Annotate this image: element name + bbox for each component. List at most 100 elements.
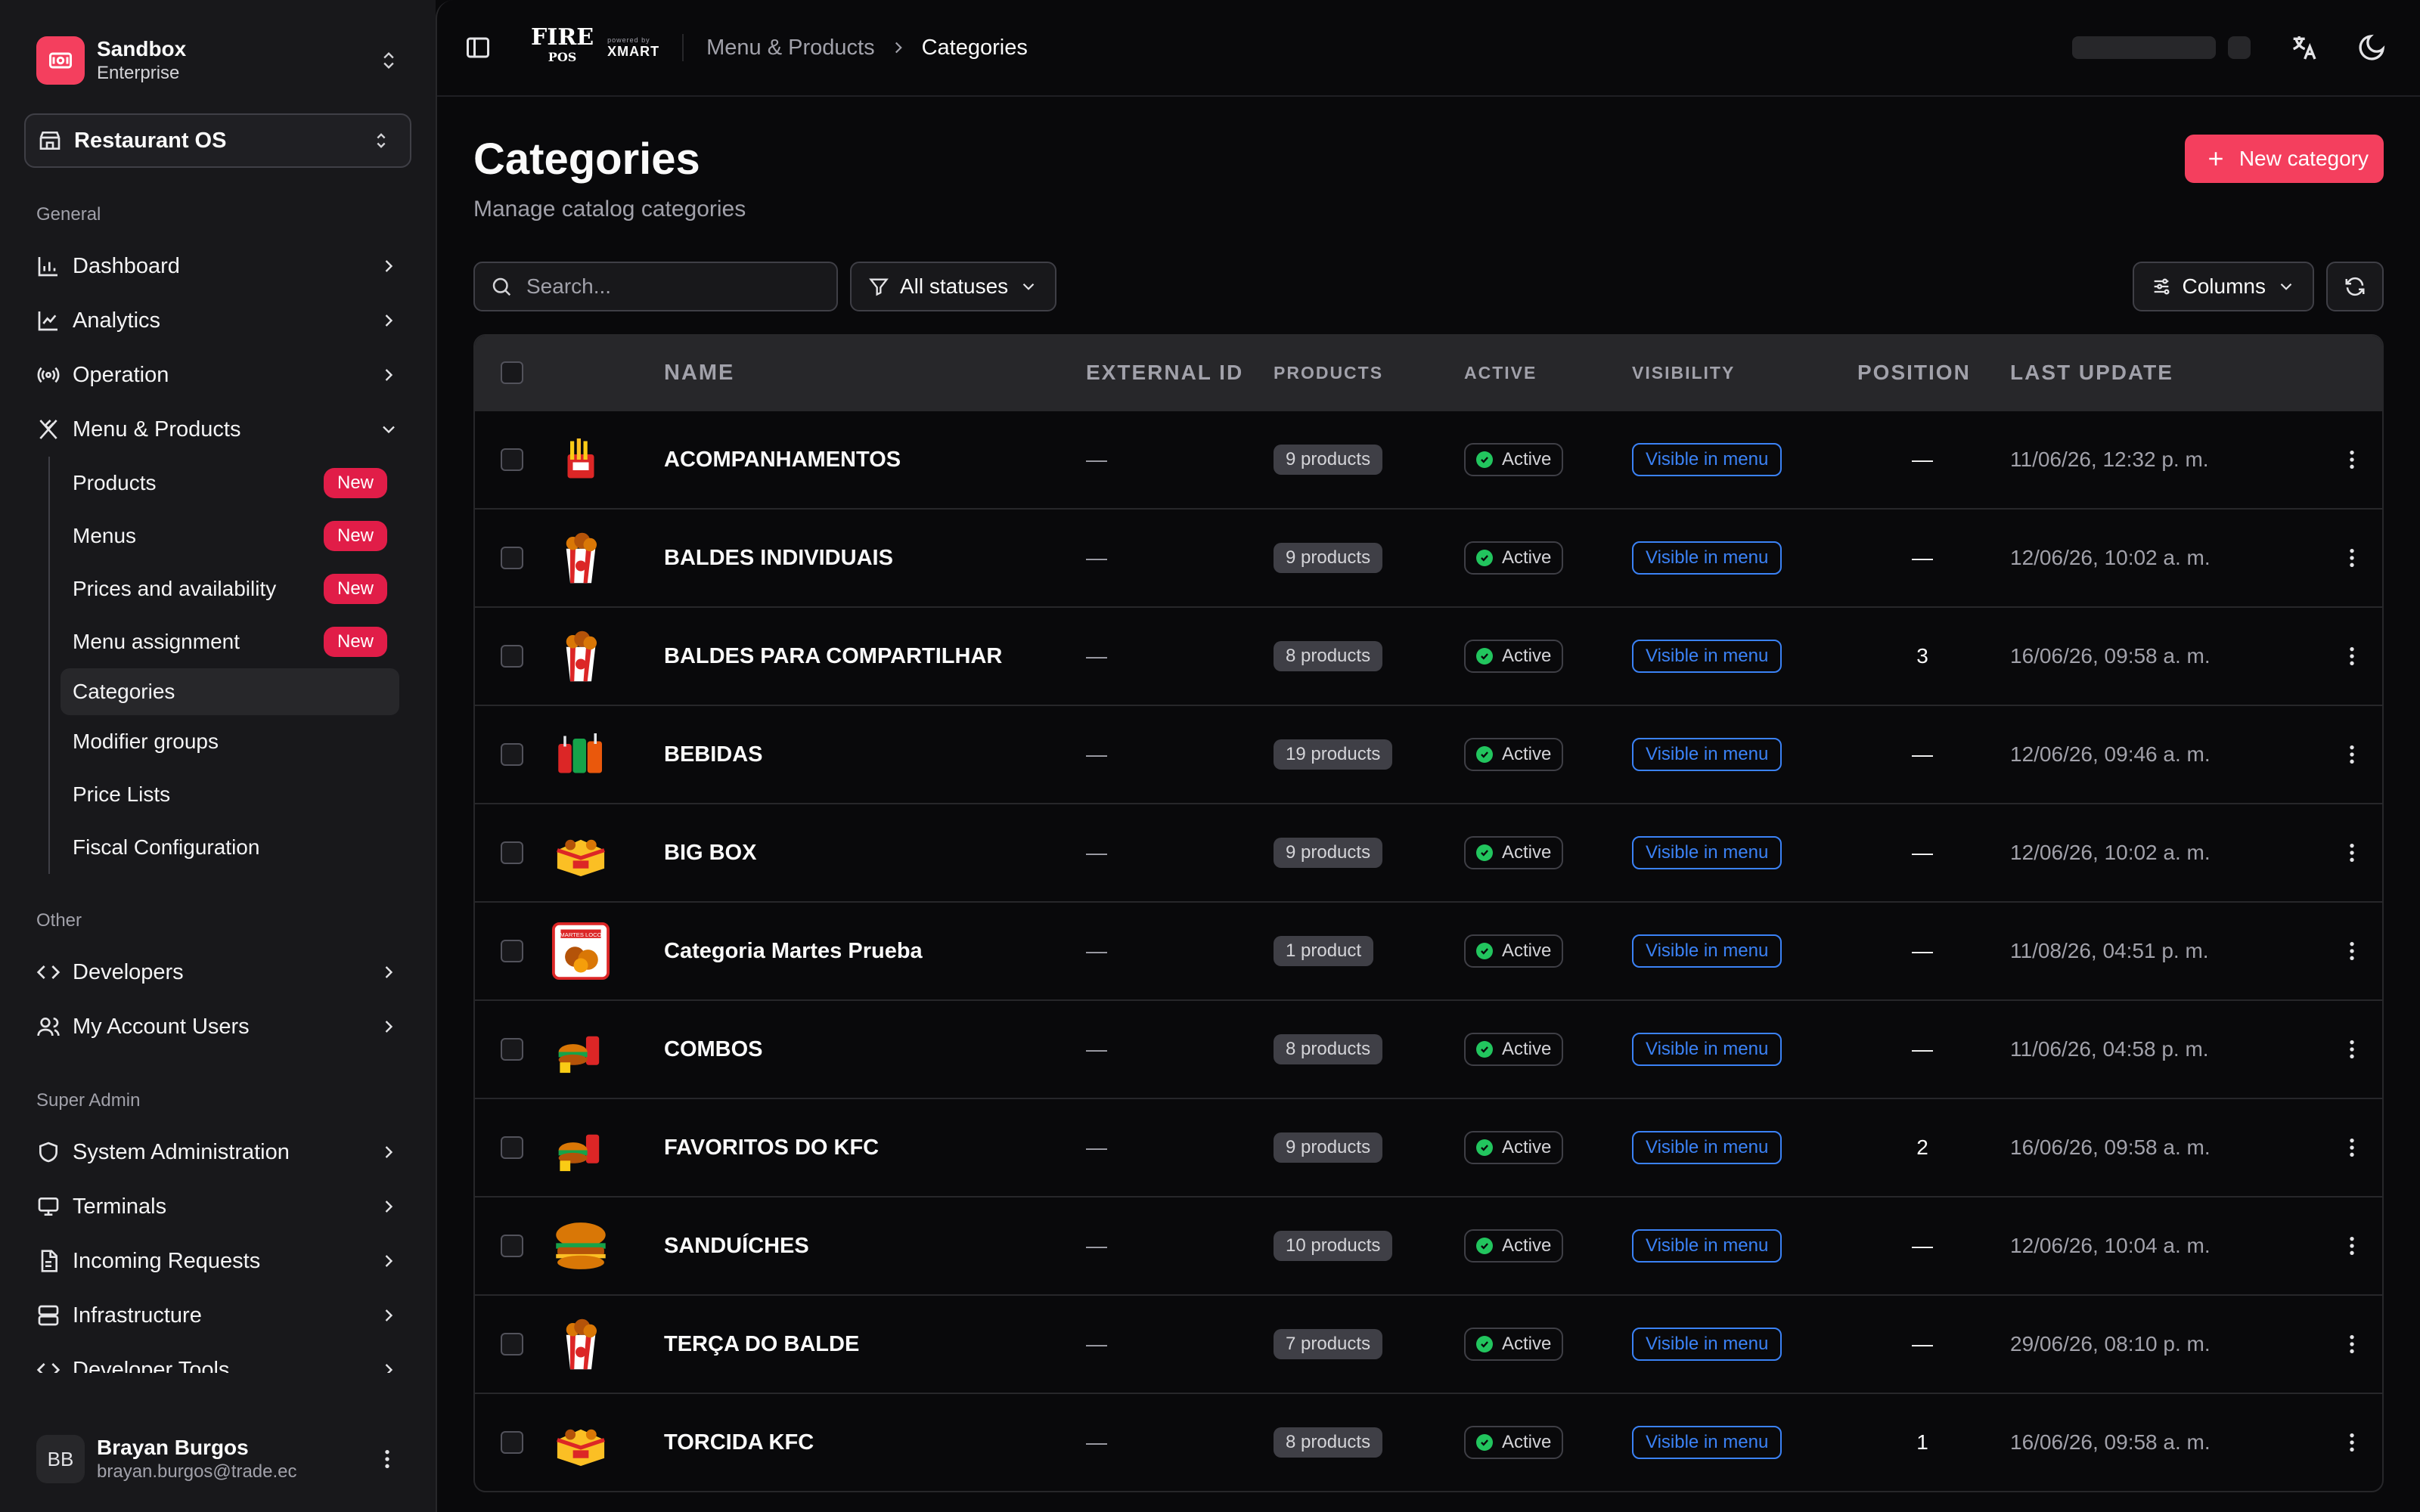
more-vertical-icon[interactable] <box>2340 1234 2364 1258</box>
refresh-button[interactable] <box>2326 262 2384 311</box>
select-all-checkbox[interactable] <box>501 361 523 384</box>
language-icon[interactable] <box>2288 33 2319 63</box>
nav-item-account-users[interactable]: My Account Users <box>24 999 411 1054</box>
status-badge: Active <box>1464 934 1564 968</box>
nav-item-menu-products[interactable]: Menu & Products <box>24 402 411 457</box>
nav-item-infrastructure[interactable]: Infrastructure <box>24 1288 411 1343</box>
row-checkbox[interactable] <box>501 547 523 569</box>
category-name[interactable]: BALDES INDIVIDUAIS <box>656 546 1086 571</box>
col-products[interactable]: PRODUCTS <box>1274 363 1464 383</box>
user-menu[interactable]: BB Brayan Burgos brayan.burgos@trade.ec <box>24 1421 411 1497</box>
nav-item-operation[interactable]: Operation <box>24 348 411 402</box>
table-row[interactable]: BALDES INDIVIDUAIS —9 products Active Visib… <box>475 508 2382 606</box>
category-name[interactable]: Categoria Martes Prueba <box>656 939 1086 964</box>
check-circle-icon <box>1476 451 1493 468</box>
sidebar-item-prices[interactable]: Prices and availability New <box>60 562 399 615</box>
category-name[interactable]: BIG BOX <box>656 841 1086 866</box>
table-row[interactable]: TORCIDA KFC — 8 products Active Visible in m… <box>475 1393 2382 1491</box>
sidebar-item-menu-assignment[interactable]: Menu assignment New <box>60 615 399 668</box>
search-box[interactable] <box>473 262 838 311</box>
chevron-right-icon <box>385 314 393 327</box>
row-checkbox[interactable] <box>501 1038 523 1061</box>
table-row[interactable]: MARTES LOCO Categoria Martes Prueba —1 pro… <box>475 901 2382 999</box>
org-selector[interactable]: Restaurant OS <box>24 113 411 168</box>
more-vertical-icon[interactable] <box>2340 546 2364 570</box>
more-vertical-icon[interactable] <box>2340 1136 2364 1160</box>
sidebar-item-fiscal[interactable]: Fiscal Configuration <box>60 821 399 874</box>
products-count-badge: 9 products <box>1274 543 1383 573</box>
table-row[interactable]: BALDES PARA COMPARTILHAR — 8 products Activ… <box>475 606 2382 705</box>
table-row[interactable]: TERÇA DO BALDE —7 products Active Visible i… <box>475 1294 2382 1393</box>
nav-item-terminals[interactable]: Terminals <box>24 1179 411 1234</box>
status-badge: Active <box>1464 443 1564 476</box>
row-checkbox[interactable] <box>501 1431 523 1454</box>
row-checkbox[interactable] <box>501 1136 523 1159</box>
sidebar-toggle-icon[interactable] <box>464 34 492 61</box>
row-checkbox[interactable] <box>501 1333 523 1356</box>
sidebar-item-price-lists[interactable]: Price Lists <box>60 768 399 821</box>
row-checkbox[interactable] <box>501 645 523 668</box>
sidebar-item-modifier-groups[interactable]: Modifier groups <box>60 715 399 768</box>
more-vertical-icon[interactable] <box>2340 841 2364 865</box>
more-vertical-icon[interactable] <box>2340 1430 2364 1455</box>
col-position[interactable]: POSITION <box>1857 361 2010 385</box>
row-checkbox[interactable] <box>501 448 523 471</box>
row-checkbox[interactable] <box>501 940 523 962</box>
nav-item-developer-tools[interactable]: Developer Tools <box>24 1343 411 1373</box>
category-name[interactable]: COMBOS <box>656 1037 1086 1062</box>
row-checkbox[interactable] <box>501 743 523 766</box>
more-vertical-icon[interactable] <box>2340 448 2364 472</box>
table-row[interactable]: FAVORITOS DO KFC — 9 products Active Visible… <box>475 1098 2382 1196</box>
category-image <box>551 1314 611 1374</box>
category-name[interactable]: TERÇA DO BALDE <box>656 1332 1086 1357</box>
new-category-button[interactable]: New category <box>2184 135 2384 183</box>
loading-skeleton <box>2228 36 2251 59</box>
table-row[interactable]: COMBOS —8 products Active Visible in menu —1… <box>475 999 2382 1098</box>
sub-item-label: Menus <box>73 524 137 547</box>
nav-item-analytics[interactable]: Analytics <box>24 293 411 348</box>
more-vertical-icon[interactable] <box>2340 1332 2364 1356</box>
col-external-id[interactable]: EXTERNAL ID <box>1086 361 1274 385</box>
breadcrumb-menu-products[interactable]: Menu & Products <box>706 36 874 60</box>
brand-fire: FIRE <box>531 24 594 51</box>
col-visibility[interactable]: VISIBILITY <box>1632 363 1857 383</box>
moon-icon[interactable] <box>2356 33 2387 63</box>
table-row[interactable]: ACOMPANHAMENTOS —9 products Active Visible … <box>475 410 2382 508</box>
sidebar-item-products[interactable]: Products New <box>60 457 399 510</box>
more-vertical-icon[interactable] <box>2340 939 2364 963</box>
col-last-update[interactable]: LAST UPDATE <box>2010 361 2322 385</box>
sub-item-label: Menu assignment <box>73 630 240 653</box>
category-name[interactable]: FAVORITOS DO KFC <box>656 1136 1086 1160</box>
sidebar-item-menus[interactable]: Menus New <box>60 510 399 562</box>
nav-item-incoming-requests[interactable]: Incoming Requests <box>24 1234 411 1288</box>
nav-item-developers[interactable]: Developers <box>24 945 411 999</box>
nav-item-label: Analytics <box>73 308 161 333</box>
nav-item-system-admin[interactable]: System Administration <box>24 1125 411 1179</box>
category-name[interactable]: ACOMPANHAMENTOS <box>656 448 1086 472</box>
search-input[interactable] <box>526 274 814 299</box>
nav-item-label: Terminals <box>73 1194 167 1219</box>
visibility-badge: Visible in menu <box>1632 738 1782 771</box>
table-row[interactable]: BEBIDAS —19 products Active Visible in menu… <box>475 705 2382 803</box>
category-name[interactable]: BEBIDAS <box>656 742 1086 767</box>
col-active[interactable]: ACTIVE <box>1464 363 1632 383</box>
category-name[interactable]: TORCIDA KFC <box>656 1430 1086 1455</box>
status-label: Active <box>1502 744 1552 764</box>
table-row[interactable]: BIG BOX —9 products Active Visible in menu —… <box>475 803 2382 901</box>
more-vertical-icon[interactable] <box>2340 742 2364 767</box>
category-name[interactable]: BALDES PARA COMPARTILHAR <box>656 644 1086 669</box>
user-email: brayan.burgos@trade.ec <box>97 1461 297 1482</box>
col-name[interactable]: NAME <box>656 361 1086 386</box>
more-vertical-icon[interactable] <box>2340 644 2364 668</box>
columns-button[interactable]: Columns <box>2132 262 2314 311</box>
row-checkbox[interactable] <box>501 1235 523 1257</box>
category-name[interactable]: SANDUÍCHES <box>656 1234 1086 1259</box>
sidebar-item-categories[interactable]: Categories <box>60 668 399 715</box>
table-row[interactable]: SANDUÍCHES —10 products Active Visible in m… <box>475 1196 2382 1294</box>
more-vertical-icon[interactable] <box>2340 1037 2364 1061</box>
team-switcher[interactable]: Sandbox Enterprise <box>24 24 411 97</box>
row-checkbox[interactable] <box>501 841 523 864</box>
nav-item-dashboard[interactable]: Dashboard <box>24 239 411 293</box>
status-filter[interactable]: All statuses <box>850 262 1057 311</box>
more-vertical-icon[interactable] <box>375 1447 399 1471</box>
